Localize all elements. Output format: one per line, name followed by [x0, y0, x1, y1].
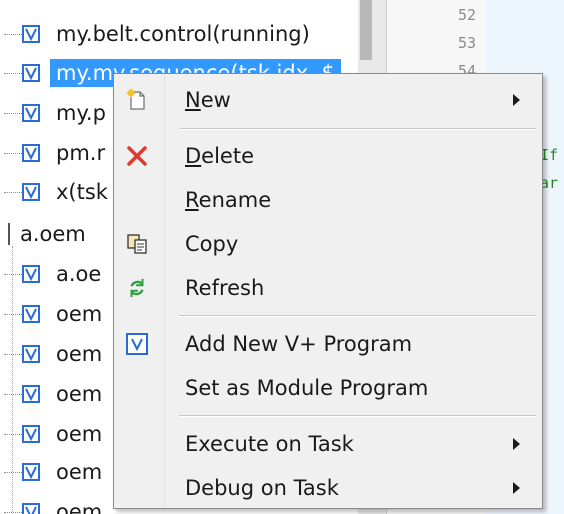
refresh-icon [124, 275, 150, 301]
vplus-program-icon [22, 345, 40, 363]
vplus-program-icon [22, 385, 40, 403]
tree-connector [4, 433, 22, 435]
vplus-program-icon [22, 183, 40, 201]
tree-item[interactable]: my.p [0, 93, 106, 133]
tree-connector [4, 273, 22, 275]
tree-item[interactable]: oem [0, 334, 102, 374]
tree-item-label: my.p [56, 101, 106, 125]
tree-item-label: oem [56, 500, 103, 514]
submenu-arrow-icon [513, 94, 520, 106]
vplus-program-icon [22, 463, 40, 481]
tree-item[interactable]: pm.r [0, 133, 105, 173]
tree-item[interactable]: oem [0, 414, 102, 454]
menu-item-rename[interactable]: Rename [114, 180, 542, 220]
line-number: 53 [458, 34, 477, 52]
tree-connector [4, 313, 22, 315]
tree-item[interactable]: oem [0, 492, 102, 514]
vplus-program-icon [22, 64, 40, 82]
menu-separator [179, 128, 536, 130]
menu-item-label: Delete [185, 144, 254, 168]
tree-item[interactable]: oem [0, 452, 102, 492]
menu-item-label: Set as Module Program [185, 376, 429, 400]
vplus-program-icon [22, 144, 40, 162]
menu-separator [179, 415, 536, 417]
menu-item-delete[interactable]: Delete [114, 136, 542, 176]
delete-x-icon [124, 143, 150, 169]
tree-item-label: pm.r [56, 141, 106, 165]
context-menu: New Delete Rename Copy Refresh Add New V… [113, 73, 543, 509]
copy-icon [124, 231, 150, 257]
tree-item-label: oem [56, 342, 103, 366]
tree-item-label: oem [56, 382, 103, 406]
tree-item-label: my.belt.control(running) [56, 22, 310, 46]
line-number: 52 [458, 6, 477, 24]
tree-connector [4, 152, 22, 154]
tree-connector [4, 353, 22, 355]
menu-item-execute-on-task[interactable]: Execute on Task [114, 424, 542, 464]
menu-item-label: Rename [185, 188, 272, 212]
menu-item-label: Debug on Task [185, 476, 339, 500]
tree-item[interactable]: x(tsk [0, 172, 108, 212]
tree-connector [4, 33, 22, 35]
tree-connector [4, 191, 22, 193]
vplus-program-icon [22, 305, 40, 323]
tree-connector [4, 112, 22, 114]
vplus-program-icon [124, 331, 150, 357]
menu-item-label: Refresh [185, 276, 265, 300]
scrollbar-thumb[interactable] [360, 0, 372, 60]
menu-item-refresh[interactable]: Refresh [114, 268, 542, 308]
tree-folder-label: a.oem [20, 222, 86, 246]
vplus-program-icon [22, 425, 40, 443]
tree-connector [4, 471, 22, 473]
menu-item-label: Add New V+ Program [185, 332, 413, 356]
tree-item-label: a.oe [56, 262, 102, 286]
tree-item-label: oem [56, 460, 103, 484]
tree-item[interactable]: my.belt.control(running) [0, 14, 310, 54]
menu-separator [179, 315, 536, 317]
menu-item-copy[interactable]: Copy [114, 224, 542, 264]
tree-item[interactable]: a.oe [0, 254, 101, 294]
menu-item-label: Execute on Task [185, 432, 354, 456]
tree-item[interactable]: oem [0, 374, 102, 414]
tree-item-label: oem [56, 302, 103, 326]
vplus-program-icon [22, 104, 40, 122]
menu-item-new[interactable]: New [114, 80, 542, 120]
tree-connector [4, 72, 22, 74]
menu-item-debug-on-task[interactable]: Debug on Task [114, 468, 542, 508]
submenu-arrow-icon [513, 438, 520, 450]
menu-item-label: New [185, 88, 231, 112]
menu-item-label: Copy [185, 232, 239, 256]
tree-connector [4, 393, 22, 395]
menu-item-set-as-module-program[interactable]: Set as Module Program [114, 368, 542, 408]
tree-item-label: oem [56, 422, 103, 446]
tree-item-label: x(tsk [56, 180, 108, 204]
submenu-arrow-icon [513, 482, 520, 494]
menu-item-add-new-vplus-program[interactable]: Add New V+ Program [114, 324, 542, 364]
vplus-program-icon [22, 25, 40, 43]
tree-connector [4, 511, 22, 513]
tree-item[interactable]: oem [0, 294, 102, 334]
new-document-icon [124, 87, 150, 113]
vplus-program-icon [22, 503, 40, 514]
folder-indicator [8, 223, 10, 245]
vplus-program-icon [22, 265, 40, 283]
